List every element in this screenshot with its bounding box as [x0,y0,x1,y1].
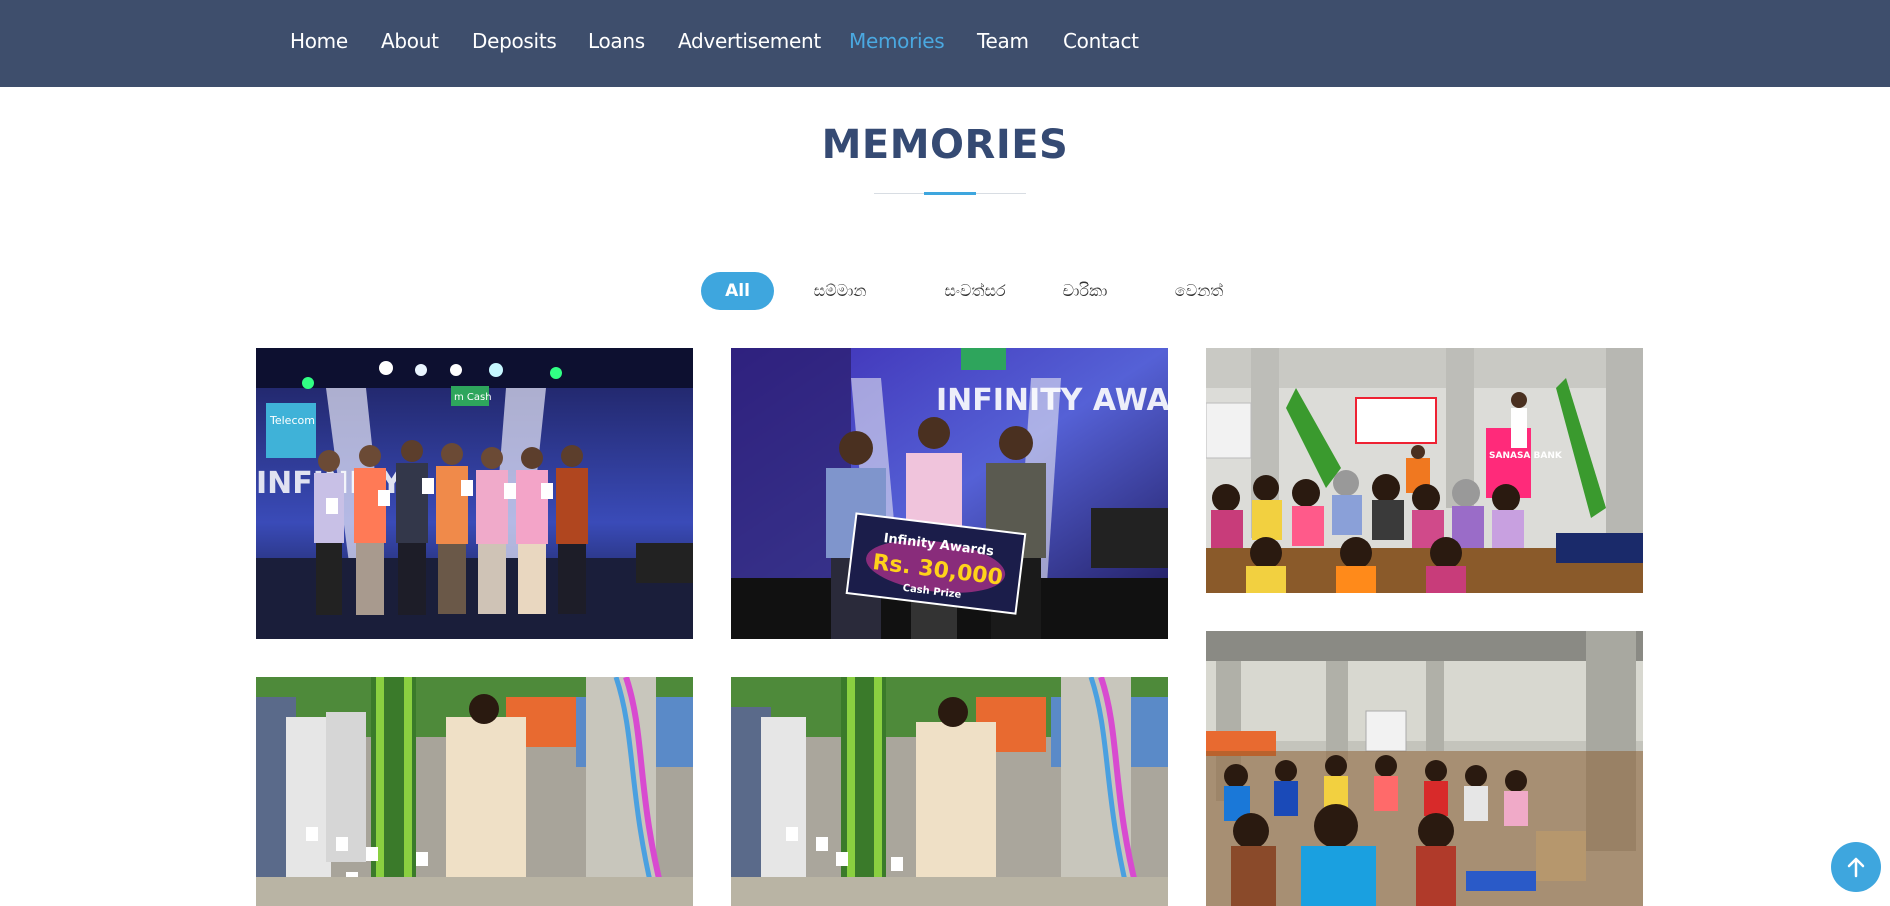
hall-audience [1206,751,1643,906]
nav-item-advertisement[interactable]: Advertisement [678,29,821,53]
award-group-image: Telecom m Cash INFINITY [256,348,693,639]
sanasa-banner-text: SANASA BANK [1489,451,1563,461]
telecom-logo-text: Telecom [269,414,315,427]
filter-trips[interactable]: චාරිකා [1053,272,1117,310]
cash-prize-image: INFINITY AWARDS Infinity Awards Rs. 30,0… [731,348,1168,639]
gallery-photo-cash-prize[interactable]: INFINITY AWARDS Infinity Awards Rs. 30,0… [731,348,1168,639]
filter-all[interactable]: All [701,272,774,310]
filter-other[interactable]: වෙනත් [1163,272,1235,310]
lamp-lighting-image-2 [731,677,1168,906]
title-divider-accent [924,192,976,195]
filter-awards[interactable]: සම්මාන [800,272,880,310]
lamp-lighting-image-1 [256,677,693,906]
assembly-speech-image: SANASA BANK [1206,348,1643,593]
nav-item-memories[interactable]: Memories [849,29,945,53]
gallery-photo-award-group[interactable]: Telecom m Cash INFINITY [256,348,693,639]
arrow-up-icon [1847,857,1865,878]
audience-hall-image [1206,631,1643,906]
infinity-awards-sign-text: INFINITY AWARDS [936,383,1168,418]
nav-item-deposits[interactable]: Deposits [472,29,557,53]
scroll-to-top-button[interactable] [1831,842,1881,892]
nav-item-contact[interactable]: Contact [1063,29,1139,53]
gallery-photo-assembly-speech[interactable]: SANASA BANK [1206,348,1643,593]
page-title: MEMORIES [821,122,1069,168]
nav-item-team[interactable]: Team [977,29,1029,53]
top-navbar: Home About Deposits Loans Advertisement … [0,0,1890,87]
filter-anniversary[interactable]: සංවත්සර [923,272,1027,310]
gallery-photo-lamp-lighting-1[interactable] [256,677,693,906]
mcash-sign-text: m Cash [454,392,492,403]
nav-item-loans[interactable]: Loans [588,29,645,53]
gallery-photo-lamp-lighting-2[interactable] [731,677,1168,906]
gallery-photo-audience-hall[interactable] [1206,631,1643,906]
nav-item-home[interactable]: Home [290,29,348,53]
nav-item-about[interactable]: About [381,29,439,53]
